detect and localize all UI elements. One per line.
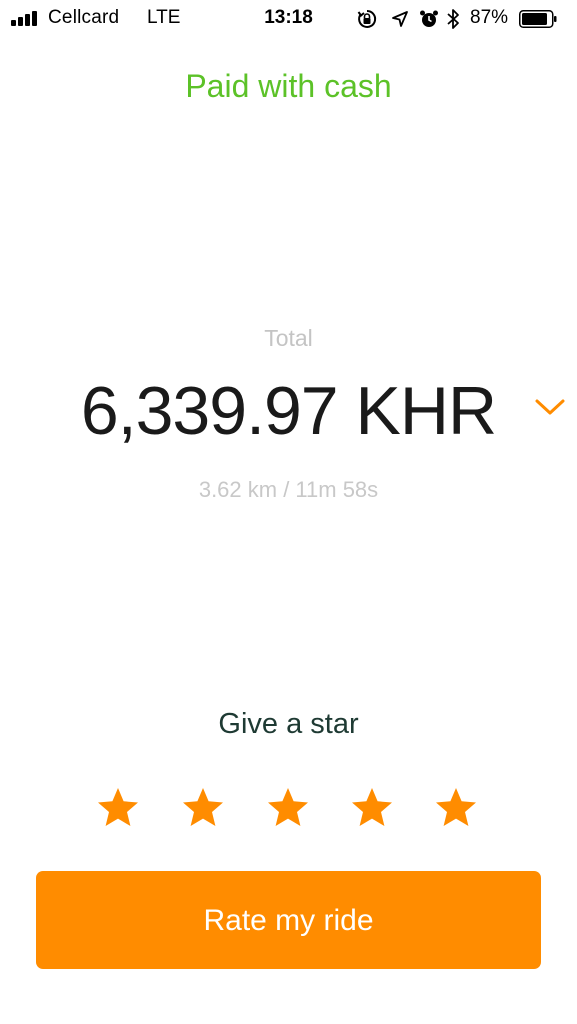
star-2-icon[interactable] <box>181 786 225 830</box>
star-4-icon[interactable] <box>350 786 394 830</box>
battery-icon <box>519 10 557 28</box>
chevron-down-icon[interactable] <box>534 396 566 418</box>
payment-status: Paid with cash <box>185 68 392 104</box>
rating-prompt: Give a star <box>218 708 359 740</box>
star-rating <box>96 786 482 830</box>
alarm-icon <box>420 10 438 27</box>
trip-stats: 3.62 km / 11m 58s <box>198 477 379 502</box>
star-5-icon[interactable] <box>434 786 478 830</box>
star-1-icon[interactable] <box>96 786 140 830</box>
bluetooth-icon <box>447 9 459 29</box>
orientation-lock-icon <box>357 9 377 28</box>
total-amount: 6,339.97 KHR <box>80 373 497 449</box>
battery-percent: 87% <box>470 7 509 28</box>
status-bar: Cellcard LTE 13:18 87% <box>0 0 577 38</box>
rate-my-ride-button[interactable]: Rate my ride <box>36 871 541 969</box>
location-arrow-icon <box>392 11 408 27</box>
star-3-icon[interactable] <box>266 786 310 830</box>
total-label: Total <box>264 325 313 351</box>
